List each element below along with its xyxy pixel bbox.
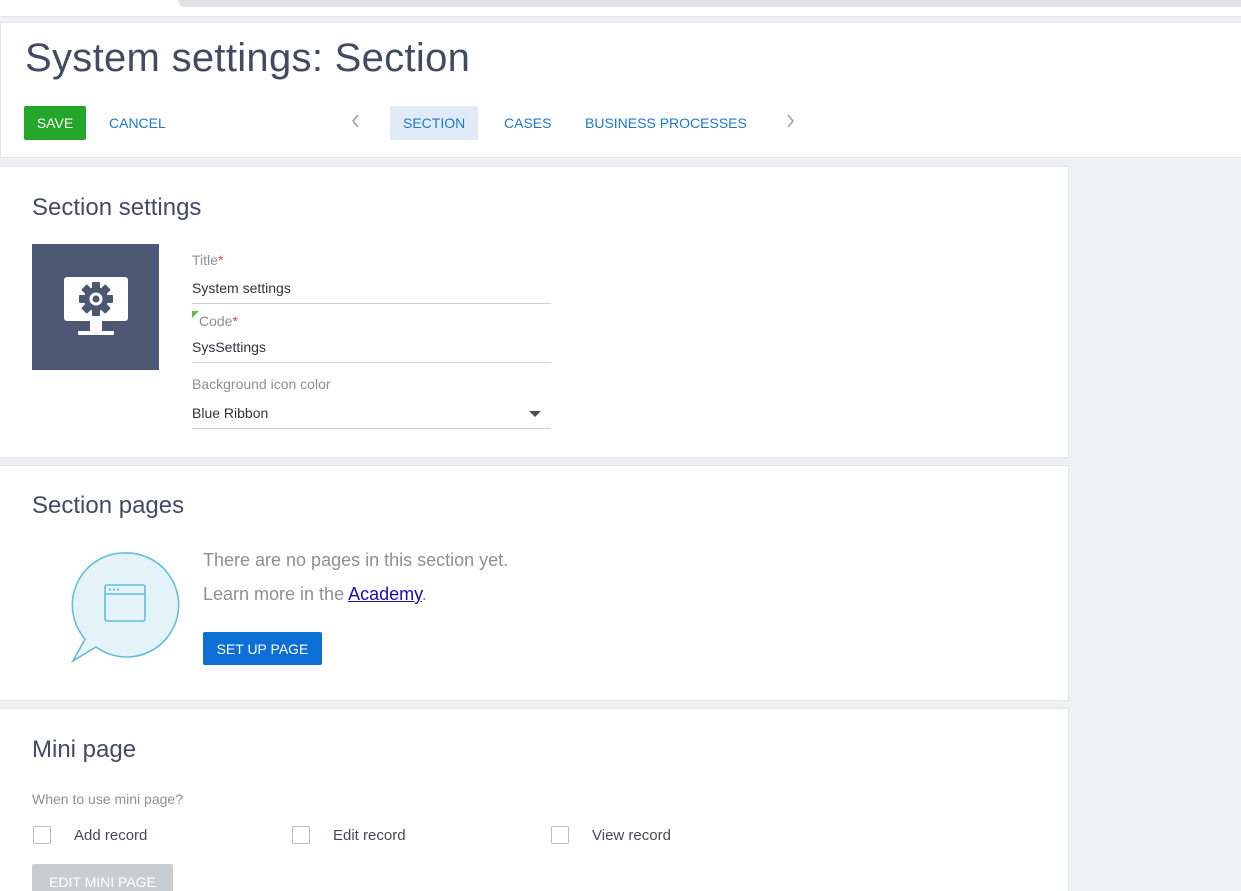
section-pages-card: Section pages There are no pages in this… xyxy=(0,465,1069,701)
top-scroll-bar xyxy=(178,0,1241,7)
caret-down-icon[interactable] xyxy=(529,411,541,417)
learn-more-text: Learn more in the Academy. xyxy=(203,584,427,604)
modified-mark-icon xyxy=(192,311,199,318)
cancel-button[interactable]: CANCEL xyxy=(100,106,175,140)
required-mark: * xyxy=(232,313,238,329)
set-up-page-button[interactable]: SET UP PAGE xyxy=(203,632,322,665)
required-mark: * xyxy=(217,252,224,268)
section-settings-card: Section settings Title* System settings … xyxy=(0,166,1069,458)
no-pages-message: There are no pages in this section yet. xyxy=(203,550,509,570)
save-button[interactable]: SAVE xyxy=(24,106,86,140)
tab-business-processes[interactable]: BUSINESS PROCESSES xyxy=(572,106,760,140)
section-pages-heading: Section pages xyxy=(32,492,185,519)
monitor-gear-icon xyxy=(63,277,128,335)
top-strip xyxy=(0,0,1241,17)
section-icon-tile[interactable] xyxy=(32,244,159,370)
page-title: System settings: Section xyxy=(25,36,471,80)
add-record-checkbox[interactable] xyxy=(33,826,51,844)
background-icon-color-label: Background icon color xyxy=(192,376,331,392)
view-record-label: View record xyxy=(592,827,671,844)
section-settings-heading: Section settings xyxy=(32,194,202,221)
tab-cases[interactable]: CASES xyxy=(491,106,564,140)
academy-link[interactable]: Academy xyxy=(348,584,422,604)
edit-record-label: Edit record xyxy=(333,827,406,844)
title-label: Title* xyxy=(192,252,224,268)
background-icon-color-value: Blue Ribbon xyxy=(192,405,269,421)
chevron-left-icon[interactable] xyxy=(349,109,363,133)
view-record-checkbox[interactable] xyxy=(551,826,569,844)
code-field[interactable]: SysSettings xyxy=(192,334,551,363)
code-label: Code* xyxy=(199,313,238,329)
page-header: System settings: Section SAVE CANCEL SEC… xyxy=(0,22,1241,158)
speech-bubble-window-icon xyxy=(70,552,180,664)
add-record-label: Add record xyxy=(74,827,148,844)
chevron-right-icon[interactable] xyxy=(783,109,797,133)
edit-mini-page-button[interactable]: EDIT MINI PAGE xyxy=(32,864,173,891)
mini-page-question: When to use mini page? xyxy=(32,791,183,807)
background-icon-color-select[interactable]: Blue Ribbon xyxy=(192,400,551,429)
mini-page-card: Mini page When to use mini page? Add rec… xyxy=(0,708,1069,891)
title-field[interactable]: System settings xyxy=(192,275,551,304)
edit-record-checkbox[interactable] xyxy=(292,826,310,844)
tab-section[interactable]: SECTION xyxy=(390,106,479,140)
mini-page-heading: Mini page xyxy=(32,736,137,763)
